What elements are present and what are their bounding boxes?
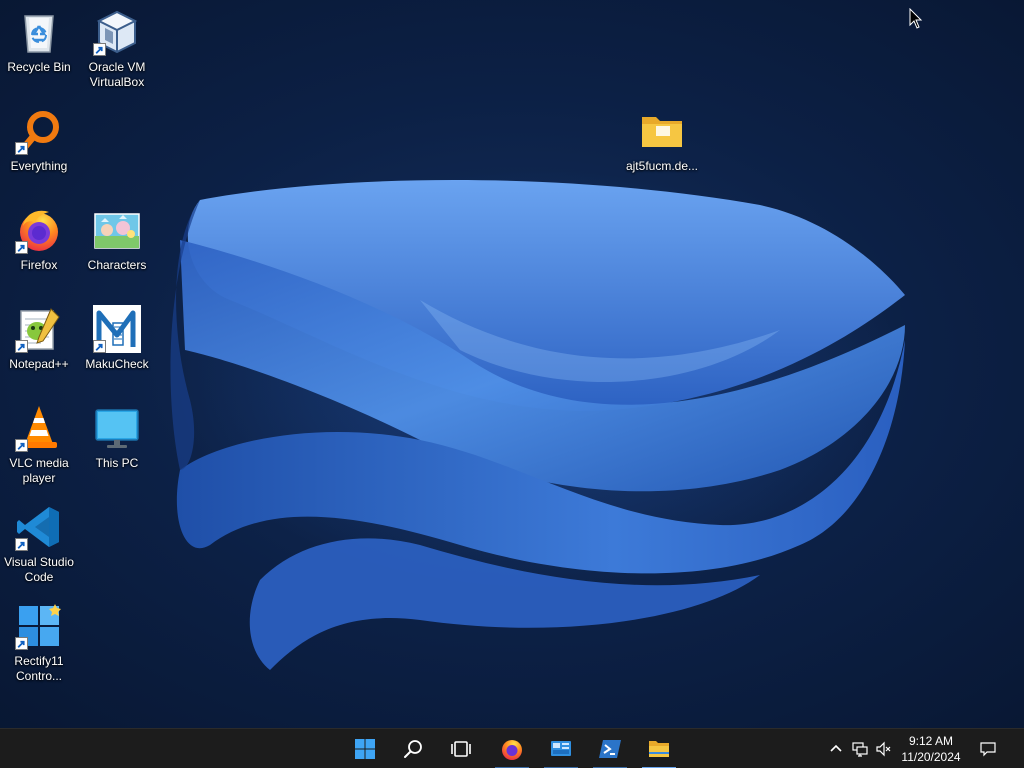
shortcut-arrow-icon xyxy=(93,43,106,56)
shortcut-arrow-icon xyxy=(15,538,28,551)
desktop-icon-recycle-bin[interactable]: Recycle Bin xyxy=(1,4,77,96)
desktop-icon-label: Recycle Bin xyxy=(7,60,71,74)
monitor-icon xyxy=(95,409,139,448)
desktop-icon-label: This PC xyxy=(95,456,139,470)
desktop-icon-vlc[interactable]: VLC media player xyxy=(1,400,77,492)
desktop-icon-characters[interactable]: Characters xyxy=(79,202,155,294)
taskbar-firefox[interactable] xyxy=(492,729,532,768)
clock-date: 11/20/2024 xyxy=(901,750,961,764)
desktop-icon-label: Visual Studio Code xyxy=(4,555,74,584)
taskbar-file-explorer[interactable] xyxy=(639,729,679,768)
taskbar-powershell[interactable] xyxy=(590,729,630,768)
recycle-bin-icon xyxy=(24,15,54,53)
windows-logo-icon xyxy=(355,739,375,759)
desktop-icon-label: Oracle VM VirtualBox xyxy=(88,60,146,89)
desktop-icon-makucheck[interactable]: MakuCheck xyxy=(79,301,155,393)
desktop-icon-vscode[interactable]: Visual Studio Code xyxy=(1,499,77,591)
desktop-icon-label: Notepad++ xyxy=(9,357,69,371)
volume-muted-icon xyxy=(876,741,891,757)
notification-icon xyxy=(980,742,996,757)
taskbar-control-panel[interactable] xyxy=(541,729,581,768)
mouse-pointer-icon xyxy=(909,8,923,29)
desktop-icon-label: Rectify11 Contro... xyxy=(14,654,64,683)
desktop-icon-label: VLC media player xyxy=(9,456,69,485)
network-icon xyxy=(852,742,868,757)
shortcut-arrow-icon xyxy=(93,340,106,353)
tray-overflow-button[interactable] xyxy=(826,729,846,768)
desktop-icon-this-pc[interactable]: This PC xyxy=(79,400,155,492)
taskbar-clock[interactable]: 9:12 AM 11/20/2024 xyxy=(894,733,968,765)
desktop-icon-everything[interactable]: Everything xyxy=(1,103,77,195)
shortcut-arrow-icon xyxy=(15,439,28,452)
folder-icon xyxy=(649,741,669,757)
taskbar: 9:12 AM 11/20/2024 xyxy=(0,728,1024,768)
desktop-icon-firefox[interactable]: Firefox xyxy=(1,202,77,294)
control-panel-icon xyxy=(551,741,571,756)
desktop-icon-label: Characters xyxy=(87,258,147,272)
task-view-button[interactable] xyxy=(441,729,481,768)
chevron-up-icon xyxy=(830,744,842,752)
start-button[interactable] xyxy=(345,729,385,768)
powershell-icon xyxy=(599,740,621,758)
task-view-icon xyxy=(451,741,471,757)
shortcut-arrow-icon xyxy=(15,637,28,650)
desktop-icon-virtualbox[interactable]: Oracle VM VirtualBox xyxy=(79,4,155,96)
shortcut-arrow-icon xyxy=(15,340,28,353)
shortcut-arrow-icon xyxy=(15,142,28,155)
desktop-icon-label: ajt5fucm.de... xyxy=(625,159,699,173)
clock-time: 9:12 AM xyxy=(908,734,954,748)
desktop-icon-folder[interactable]: ajt5fucm.de... xyxy=(624,103,700,195)
folder-icon xyxy=(642,117,682,147)
search-icon xyxy=(404,740,422,758)
network-button[interactable] xyxy=(850,729,870,768)
search-button[interactable] xyxy=(393,729,433,768)
volume-button[interactable] xyxy=(874,729,894,768)
desktop-icon-rectify11[interactable]: Rectify11 Contro... xyxy=(1,598,77,690)
desktop-icon-notepad-plus-plus[interactable]: Notepad++ xyxy=(1,301,77,393)
notification-center-button[interactable] xyxy=(976,729,1000,768)
desktop-icon-label: Everything xyxy=(10,159,68,173)
desktop[interactable]: Recycle Bin Oracle VM VirtualBox Everyth… xyxy=(0,0,1024,728)
characters-image-icon xyxy=(94,213,140,249)
desktop-icon-label: MakuCheck xyxy=(85,357,149,371)
desktop-icon-label: Firefox xyxy=(20,258,58,272)
firefox-icon xyxy=(502,740,522,760)
shortcut-arrow-icon xyxy=(15,241,28,254)
